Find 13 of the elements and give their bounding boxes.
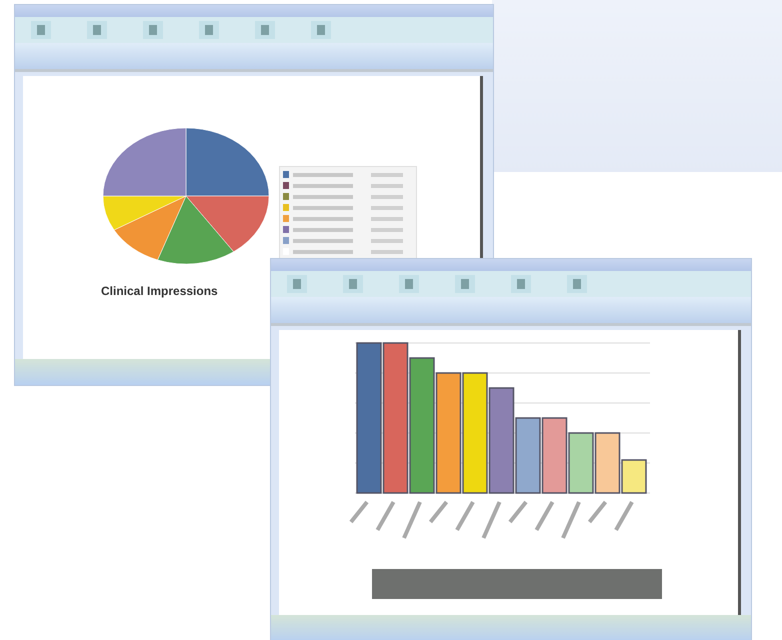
toolbar-button[interactable]	[455, 275, 475, 293]
toolbar-button[interactable]	[199, 21, 219, 39]
toolbar-button[interactable]	[143, 21, 163, 39]
toolbar-button[interactable]	[87, 21, 107, 39]
toolbar-button[interactable]	[511, 275, 531, 293]
toolbar-button[interactable]	[343, 275, 363, 293]
chart-title: Clinical Impressions	[101, 284, 218, 298]
toolbar-button[interactable]	[255, 21, 275, 39]
toolbar-button[interactable]	[311, 21, 331, 39]
toolbar-button[interactable]	[399, 275, 419, 293]
toolbar-button[interactable]	[31, 21, 51, 39]
toolbar-button[interactable]	[567, 275, 587, 293]
toolbar-button[interactable]	[287, 275, 307, 293]
